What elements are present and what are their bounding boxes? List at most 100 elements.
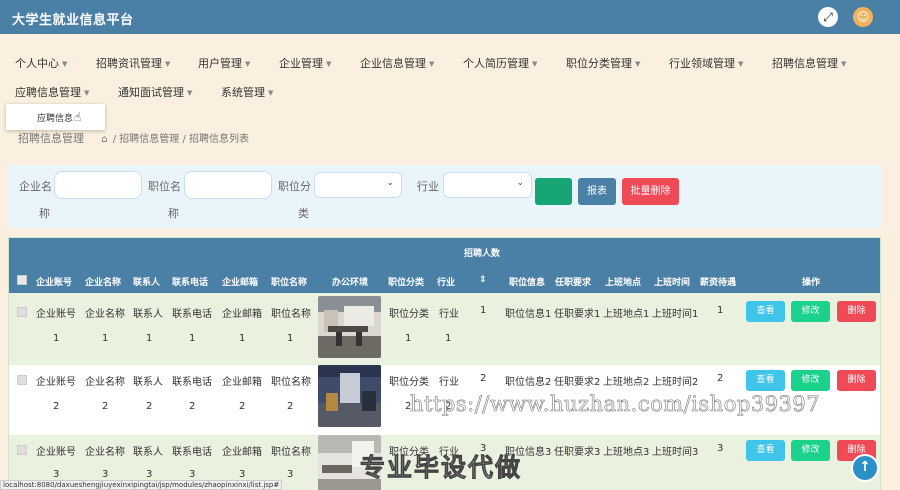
view-button[interactable]: 查看: [746, 301, 785, 322]
th-category[interactable]: 职位分类: [388, 275, 424, 288]
row-checkbox[interactable]: [17, 307, 27, 317]
th-info[interactable]: 职位信息: [509, 275, 545, 288]
cell-contact: 联系人: [133, 447, 163, 458]
app-title: 大学生就业信息平台: [12, 13, 134, 28]
cell-info: 职位信息1: [505, 309, 552, 320]
cell-email-n: 3: [239, 469, 246, 480]
cell-category: 职位分类: [389, 377, 429, 388]
home-icon[interactable]: ⌂: [101, 134, 107, 145]
chevron-down-icon: ▼: [326, 60, 332, 68]
breadcrumb-item[interactable]: 招聘信息管理: [119, 134, 179, 145]
row-checkbox[interactable]: [17, 445, 27, 455]
chevron-down-icon: ▼: [429, 60, 435, 68]
view-button[interactable]: 查看: [746, 370, 785, 391]
fullscreen-icon[interactable]: ⤢: [818, 7, 838, 27]
th-requirement[interactable]: 任职要求: [555, 275, 591, 288]
chevron-down-icon: ▼: [62, 60, 68, 68]
menu-system[interactable]: 系统管理 ▼: [221, 84, 273, 100]
menu-label: 职位分类管理: [566, 57, 632, 70]
breadcrumb-separator: /: [182, 134, 186, 145]
menu-personal-center[interactable]: 个人中心 ▼: [15, 55, 67, 71]
th-industry[interactable]: 行业: [437, 275, 455, 288]
select-all-checkbox[interactable]: [17, 275, 27, 285]
position-category-label: 职位分: [278, 180, 311, 193]
cell-time: 上班时间2: [652, 377, 699, 388]
th-phone[interactable]: 联系电话: [172, 275, 208, 288]
menu-label: 招聘资讯管理: [96, 57, 162, 70]
menu-label: 个人简历管理: [463, 57, 529, 70]
user-avatar-icon[interactable]: ☺: [853, 7, 873, 27]
cell-phone: 联系电话: [172, 377, 212, 388]
cell-phone: 联系电话: [172, 309, 212, 320]
report-button[interactable]: 报表: [578, 178, 616, 205]
delete-button[interactable]: 删除: [837, 370, 876, 391]
breadcrumb-item: 招聘信息列表: [189, 134, 250, 145]
menu-label: 应聘信息管理: [15, 86, 81, 99]
th-email[interactable]: 企业邮箱: [222, 275, 258, 288]
sort-icon[interactable]: ⇕: [479, 275, 487, 285]
dropdown-item-application-info[interactable]: 应聘信息: [37, 111, 73, 124]
arrow-up-icon[interactable]: ↑: [851, 454, 879, 482]
menu-user[interactable]: 用户管理 ▼: [198, 55, 250, 71]
th-account[interactable]: 企业账号: [36, 275, 72, 288]
cell-account: 企业账号: [36, 377, 76, 388]
menu-label: 个人中心: [15, 57, 59, 70]
cell-requirement: 任职要求3: [554, 447, 601, 458]
page-title: 招聘信息管理: [18, 132, 84, 145]
cell-position: 职位名称: [271, 377, 311, 388]
th-actions: 操作: [802, 278, 821, 288]
row-checkbox[interactable]: [17, 375, 27, 385]
th-time[interactable]: 上班时间: [654, 275, 690, 288]
cell-category-n: 1: [405, 333, 412, 344]
edit-button[interactable]: 修改: [791, 440, 830, 461]
view-button[interactable]: 查看: [746, 440, 785, 461]
th-position[interactable]: 职位名称: [271, 275, 307, 288]
cell-company: 企业名称: [85, 377, 125, 388]
cell-category: 职位分类: [389, 309, 429, 320]
table-header: 招聘人数 企业账号 企业名称 联系人 联系电话 企业邮箱 职位名称 办公环境 职…: [9, 238, 880, 293]
menu-industry[interactable]: 行业领域管理 ▼: [669, 55, 743, 71]
menu-interview[interactable]: 通知面试管理 ▼: [118, 84, 192, 100]
menu-company-info[interactable]: 企业信息管理 ▼: [360, 55, 434, 71]
menu-application[interactable]: 应聘信息管理 ▼: [15, 84, 89, 100]
cell-phone-n: 2: [189, 401, 196, 412]
menu-recruit-info[interactable]: 招聘信息管理 ▼: [772, 55, 846, 71]
hand-cursor-icon: ☝: [74, 110, 82, 124]
delete-button[interactable]: 删除: [837, 301, 876, 322]
cell-company-n: 3: [102, 469, 109, 480]
cell-account-n: 1: [53, 333, 60, 344]
status-bar-url: localhost:8080/daxueshengjiuyexinxipingt…: [0, 480, 283, 490]
position-name-label-2: 称: [168, 207, 179, 220]
cell-salary: 3: [717, 443, 724, 454]
batch-delete-button[interactable]: 批量删除: [622, 178, 679, 205]
cell-company: 企业名称: [85, 447, 125, 458]
breadcrumb-separator: /: [112, 134, 117, 145]
menu-position-category[interactable]: 职位分类管理 ▼: [566, 55, 640, 71]
chevron-down-icon: ▼: [738, 60, 744, 68]
cell-position-n: 1: [287, 333, 294, 344]
menu-company[interactable]: 企业管理 ▼: [279, 55, 331, 71]
edit-button[interactable]: 修改: [791, 301, 830, 322]
position-name-input[interactable]: [184, 171, 272, 199]
industry-select[interactable]: ⌄: [443, 172, 532, 198]
search-button[interactable]: 查询: [535, 178, 572, 205]
cell-industry: 行业: [439, 309, 459, 320]
cell-salary: 1: [717, 305, 724, 316]
menu-resume[interactable]: 个人简历管理 ▼: [463, 55, 537, 71]
th-contact[interactable]: 联系人: [133, 275, 160, 288]
cell-place: 上班地点1: [603, 309, 650, 320]
company-name-input[interactable]: [54, 171, 142, 199]
chevron-down-icon: ▼: [245, 60, 251, 68]
th-place[interactable]: 上班地点: [605, 275, 641, 288]
chevron-down-icon: ▼: [84, 89, 90, 97]
cell-requirement: 任职要求2: [554, 377, 601, 388]
edit-button[interactable]: 修改: [791, 370, 830, 391]
cell-place: 上班地点2: [603, 377, 650, 388]
position-category-select[interactable]: ⌄: [314, 172, 402, 198]
th-company[interactable]: 企业名称: [85, 275, 121, 288]
menu-recruit-news[interactable]: 招聘资讯管理 ▼: [96, 55, 170, 71]
industry-label: 行业: [417, 180, 439, 193]
th-salary[interactable]: 薪资待遇: [700, 275, 736, 288]
cell-count: 1: [480, 305, 487, 316]
cell-phone-n: 3: [189, 469, 196, 480]
